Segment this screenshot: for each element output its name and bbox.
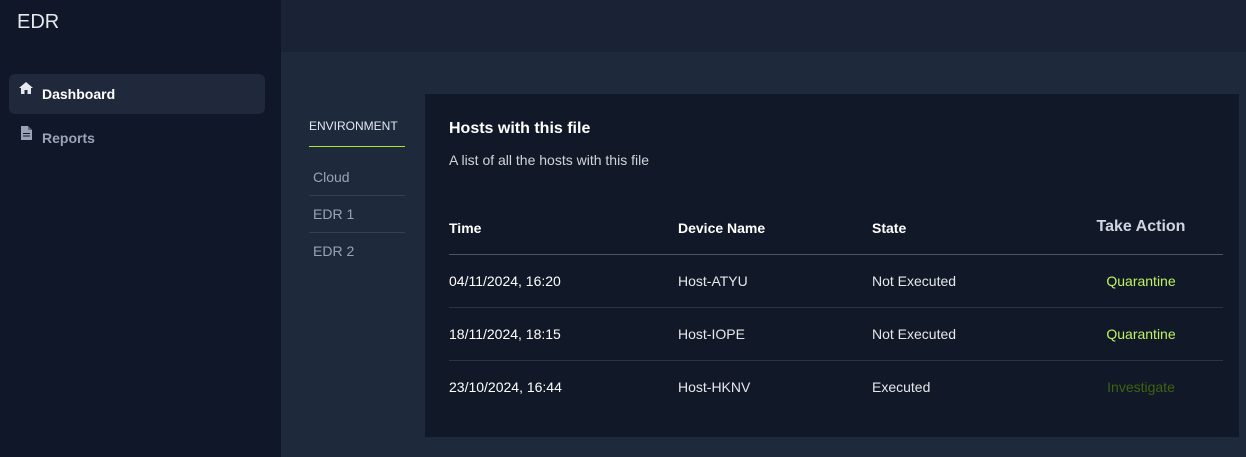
column-header-device-name: Device Name xyxy=(678,220,766,236)
top-bar xyxy=(281,0,1246,52)
quarantine-button[interactable]: Quarantine xyxy=(1074,326,1208,342)
column-header-take-action: Take Action xyxy=(1096,218,1186,235)
investigate-button[interactable]: Investigate xyxy=(1074,379,1208,395)
cell-time: 04/11/2024, 16:20 xyxy=(449,273,561,289)
column-header-state: State xyxy=(872,220,907,236)
sidebar: EDR Dashboard Reports xyxy=(0,0,281,457)
row-divider xyxy=(449,360,1223,361)
environment-header-underline xyxy=(309,146,405,147)
cell-device-name: Host-IOPE xyxy=(678,326,745,342)
card-subtitle: A list of all the hosts with this file xyxy=(449,152,649,168)
app-title: EDR xyxy=(17,11,60,33)
card-title: Hosts with this file xyxy=(449,120,591,137)
file-icon xyxy=(18,126,34,142)
environment-item-cloud[interactable]: Cloud xyxy=(309,158,405,195)
column-header-time: Time xyxy=(449,220,482,236)
cell-device-name: Host-ATYU xyxy=(678,273,748,289)
cell-device-name: Host-HKNV xyxy=(678,379,751,395)
cell-time: 18/11/2024, 18:15 xyxy=(449,326,561,342)
cell-state: Not Executed xyxy=(872,326,957,342)
home-icon xyxy=(18,82,34,98)
sidebar-item-reports[interactable]: Reports xyxy=(9,118,265,158)
row-divider xyxy=(449,307,1223,308)
sidebar-item-label: Reports xyxy=(42,130,95,146)
environment-panel: ENVIRONMENT Cloud EDR 1 EDR 2 xyxy=(297,94,417,437)
hosts-card: Hosts with this file A list of all the h… xyxy=(425,94,1239,437)
environment-header: ENVIRONMENT xyxy=(309,119,398,133)
environment-item-edr-1[interactable]: EDR 1 xyxy=(309,195,405,232)
header-divider xyxy=(449,254,1223,255)
sidebar-item-label: Dashboard xyxy=(42,86,116,102)
cell-state: Executed xyxy=(872,379,931,395)
quarantine-button[interactable]: Quarantine xyxy=(1074,273,1208,289)
cell-state: Not Executed xyxy=(872,273,957,289)
sidebar-item-dashboard[interactable]: Dashboard xyxy=(9,74,265,114)
environment-item-edr-2[interactable]: EDR 2 xyxy=(309,232,405,269)
cell-time: 23/10/2024, 16:44 xyxy=(449,379,562,395)
